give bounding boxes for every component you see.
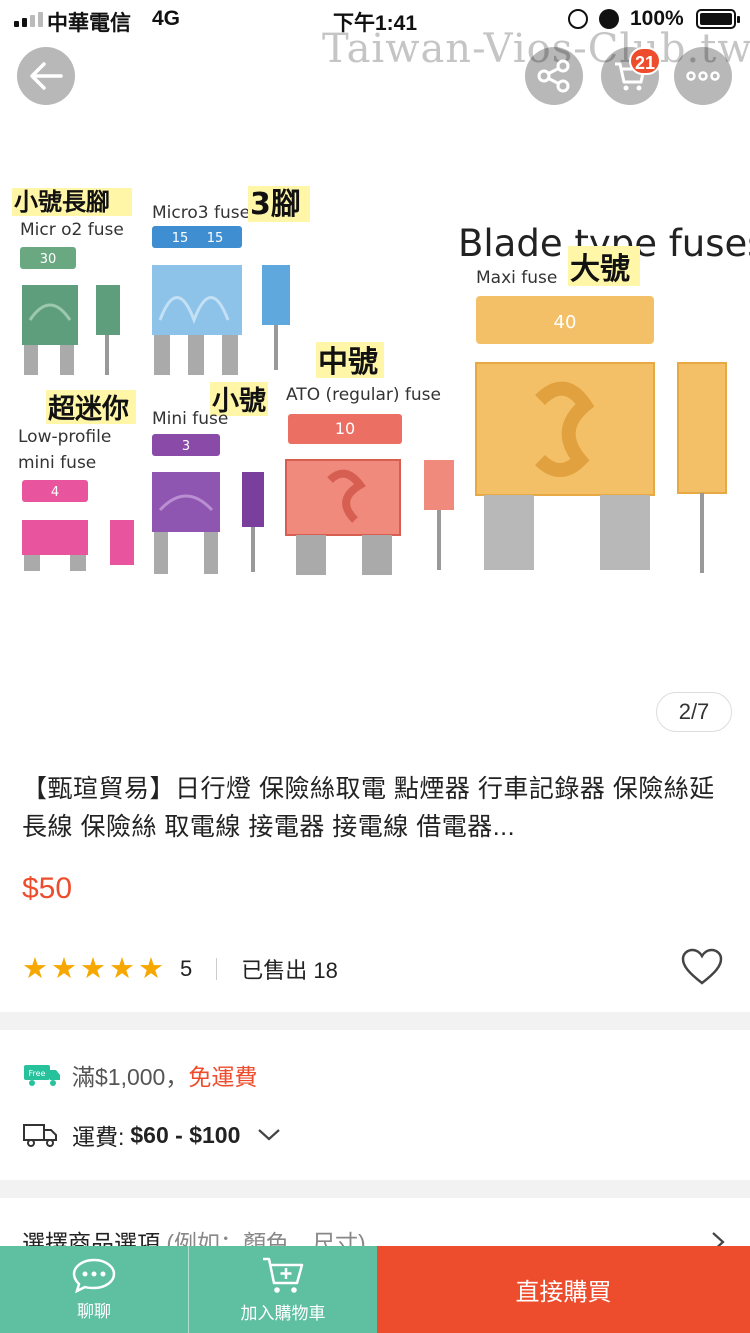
shipping-fee-label: 運費: <box>72 1124 125 1150</box>
mini-label: Mini fuse <box>152 409 228 429</box>
maxi-value: 40 <box>554 312 577 333</box>
arrow-left-icon <box>30 62 63 90</box>
cart-badge: 21 <box>629 47 661 75</box>
star-icon: ★ <box>51 953 77 985</box>
micro3-value-2: 15 <box>207 231 224 246</box>
ato-value: 10 <box>335 419 355 438</box>
more-icon <box>686 71 720 81</box>
like-button[interactable] <box>681 948 723 991</box>
rating-row[interactable]: ★ ★ ★ ★ ★ 5 已售出 18 <box>22 952 338 986</box>
micro2-value: 30 <box>40 252 57 267</box>
micro3-cn-label: 3腳 <box>250 187 301 222</box>
truck-icon <box>23 1124 57 1147</box>
product-image-gallery[interactable]: Blade type fuses 小號長腳 Micr o2 fuse 30 Mi… <box>0 120 750 740</box>
buy-now-label: 直接購買 <box>515 1279 612 1306</box>
ato-label: ATO (regular) fuse <box>286 385 441 405</box>
svg-text:Free: Free <box>29 1069 46 1078</box>
add-cart-icon <box>263 1257 304 1293</box>
super-mini-cn-label: 超迷你 <box>48 394 129 425</box>
rating-stars: ★ ★ ★ ★ ★ <box>22 954 164 984</box>
low-profile-value: 4 <box>51 485 59 500</box>
back-button[interactable] <box>17 47 75 105</box>
micro3-label: Micro3 fuse <box>152 203 250 223</box>
star-icon: ★ <box>80 953 106 985</box>
ato-cn-label: 中號 <box>318 345 378 380</box>
free-shipping-text: 免運費 <box>188 1064 258 1090</box>
maxi-label: Maxi fuse <box>476 268 557 288</box>
share-icon <box>537 59 570 93</box>
free-shipping-icon: Free <box>24 1065 60 1086</box>
free-shipping-threshold: 滿$1,000， <box>72 1064 189 1090</box>
buy-now-button[interactable]: 直接購買 <box>377 1246 750 1333</box>
shipping-fee-row[interactable]: 運費: $60 - $100 <box>22 1118 282 1152</box>
sold-count: 已售出 18 <box>241 958 338 983</box>
chat-label: 聊聊 <box>77 1302 111 1321</box>
more-button[interactable] <box>674 47 732 105</box>
low-profile-label-1: Low-profile <box>18 427 111 447</box>
chat-button[interactable]: 聊聊 <box>0 1246 188 1333</box>
star-icon: ★ <box>22 953 48 985</box>
micro3-value-1: 15 <box>172 231 189 246</box>
bottom-action-bar: 聊聊 加入購物車 直接購買 <box>0 1246 750 1333</box>
add-to-cart-label: 加入購物車 <box>240 1304 326 1323</box>
image-counter: 2/7 <box>656 692 732 732</box>
chevron-down-icon <box>258 1129 281 1141</box>
star-icon: ★ <box>109 953 135 985</box>
fuse-diagram-image: Blade type fuses 小號長腳 Micr o2 fuse 30 Mi… <box>12 186 750 575</box>
section-divider <box>0 1180 750 1198</box>
heart-icon <box>681 948 723 985</box>
divider <box>216 958 218 980</box>
add-to-cart-button[interactable]: 加入購物車 <box>188 1246 377 1333</box>
share-button[interactable] <box>525 47 583 105</box>
free-shipping-row: Free 滿$1,000， 免運費 <box>22 1058 257 1092</box>
low-profile-label-2: mini fuse <box>18 453 96 473</box>
star-icon: ★ <box>138 953 164 985</box>
section-divider <box>0 1012 750 1030</box>
mini-value: 3 <box>182 439 190 454</box>
micro2-label: Micr o2 fuse <box>20 220 124 240</box>
chat-icon <box>72 1258 116 1293</box>
rating-count: 5 <box>180 956 193 981</box>
shipping-fee-value: $60 - $100 <box>130 1121 241 1148</box>
product-price: $50 <box>22 872 73 905</box>
product-title: 【甄瑄貿易】日行燈 保險絲取電 點煙器 行車記錄器 保險絲延長線 保險絲 取電線… <box>22 775 715 841</box>
maxi-cn-label: 大號 <box>570 252 630 287</box>
micro2-cn-label: 小號長腳 <box>14 188 110 216</box>
